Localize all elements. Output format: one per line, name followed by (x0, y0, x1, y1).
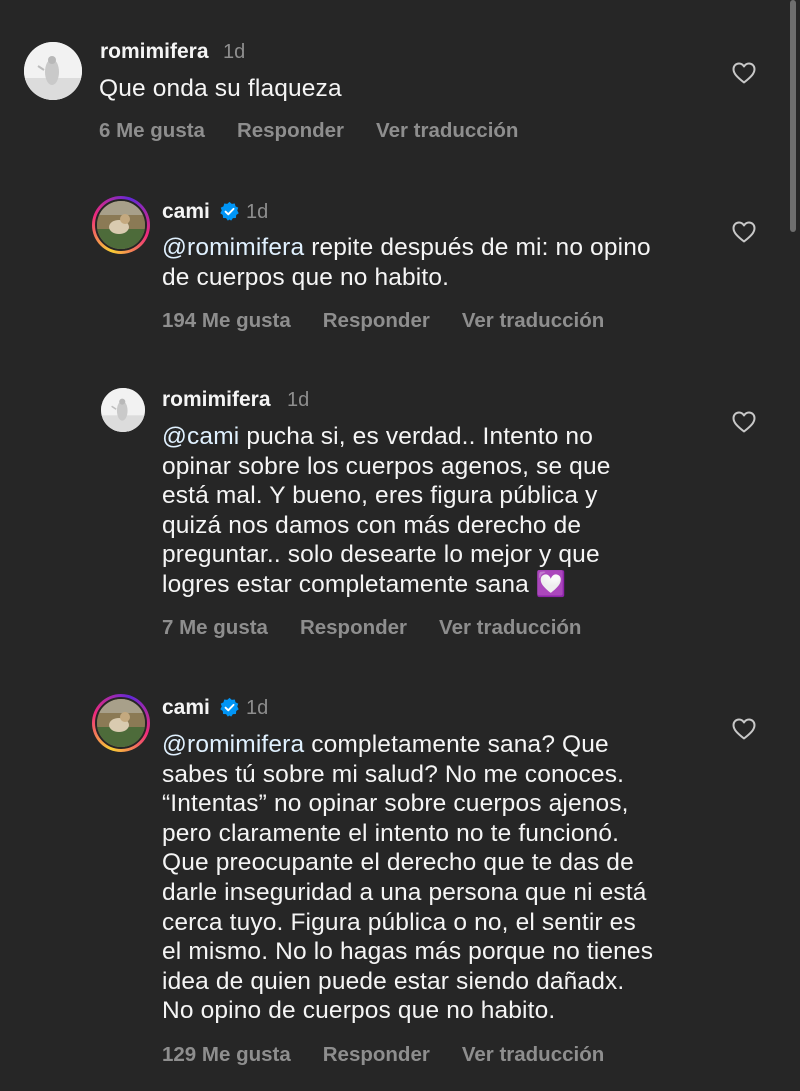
verified-badge-icon (220, 697, 239, 717)
translate-button[interactable]: Ver traducción (462, 1043, 604, 1067)
comment-time: 1d (223, 41, 246, 63)
heart-icon[interactable] (732, 221, 756, 243)
comment-username[interactable]: romimifera (162, 388, 271, 412)
avatar[interactable] (101, 388, 145, 432)
comment-actions: 6 Me gusta Responder Ver traducción (99, 119, 550, 143)
mention-link[interactable]: @romimifera (162, 731, 304, 758)
comment-actions: 194 Me gusta Responder Ver traducción (162, 309, 636, 333)
likes-count[interactable]: 7 Me gusta (162, 616, 268, 640)
likes-count[interactable]: 194 Me gusta (162, 309, 291, 333)
avatar[interactable] (24, 42, 82, 100)
likes-count[interactable]: 129 Me gusta (162, 1043, 291, 1067)
heart-icon[interactable] (732, 62, 756, 84)
comment-username[interactable]: cami (162, 200, 210, 224)
avatar-photo (97, 699, 145, 747)
heart-decoration-emoji: 💟 (535, 570, 567, 598)
heart-icon[interactable] (732, 718, 756, 740)
avatar[interactable] (92, 196, 150, 254)
comment-actions: 7 Me gusta Responder Ver traducción (162, 616, 613, 640)
comment-time: 1d (246, 201, 269, 223)
comment-text: @cami pucha si, es verdad.. Intento no o… (162, 423, 611, 598)
comment-text: @romimifera repite después de mi: no opi… (162, 234, 651, 291)
avatar[interactable] (92, 694, 150, 752)
comment-text: @romimifera completamente sana? Que sabe… (162, 731, 654, 1025)
heart-icon[interactable] (732, 411, 756, 433)
reply-button[interactable]: Responder (323, 1043, 430, 1067)
scrollbar[interactable] (790, 0, 796, 232)
avatar-photo (97, 201, 145, 249)
comment-username[interactable]: romimifera (100, 40, 209, 64)
mention-link[interactable]: @cami (162, 423, 239, 450)
verified-badge-icon (220, 201, 239, 221)
comment-username[interactable]: cami (162, 696, 210, 720)
comment-time: 1d (287, 389, 310, 411)
avatar-photo (24, 42, 82, 100)
reply-button[interactable]: Responder (237, 119, 344, 143)
translate-button[interactable]: Ver traducción (376, 119, 518, 143)
translate-button[interactable]: Ver traducción (439, 616, 581, 640)
comment-time: 1d (246, 697, 269, 719)
comment-actions: 129 Me gusta Responder Ver traducción (162, 1043, 636, 1067)
translate-button[interactable]: Ver traducción (462, 309, 604, 333)
mention-link[interactable]: @romimifera (162, 234, 304, 261)
reply-button[interactable]: Responder (300, 616, 407, 640)
comment-text: Que onda su flaqueza (99, 75, 342, 102)
avatar-photo (101, 388, 145, 432)
likes-count[interactable]: 6 Me gusta (99, 119, 205, 143)
reply-button[interactable]: Responder (323, 309, 430, 333)
